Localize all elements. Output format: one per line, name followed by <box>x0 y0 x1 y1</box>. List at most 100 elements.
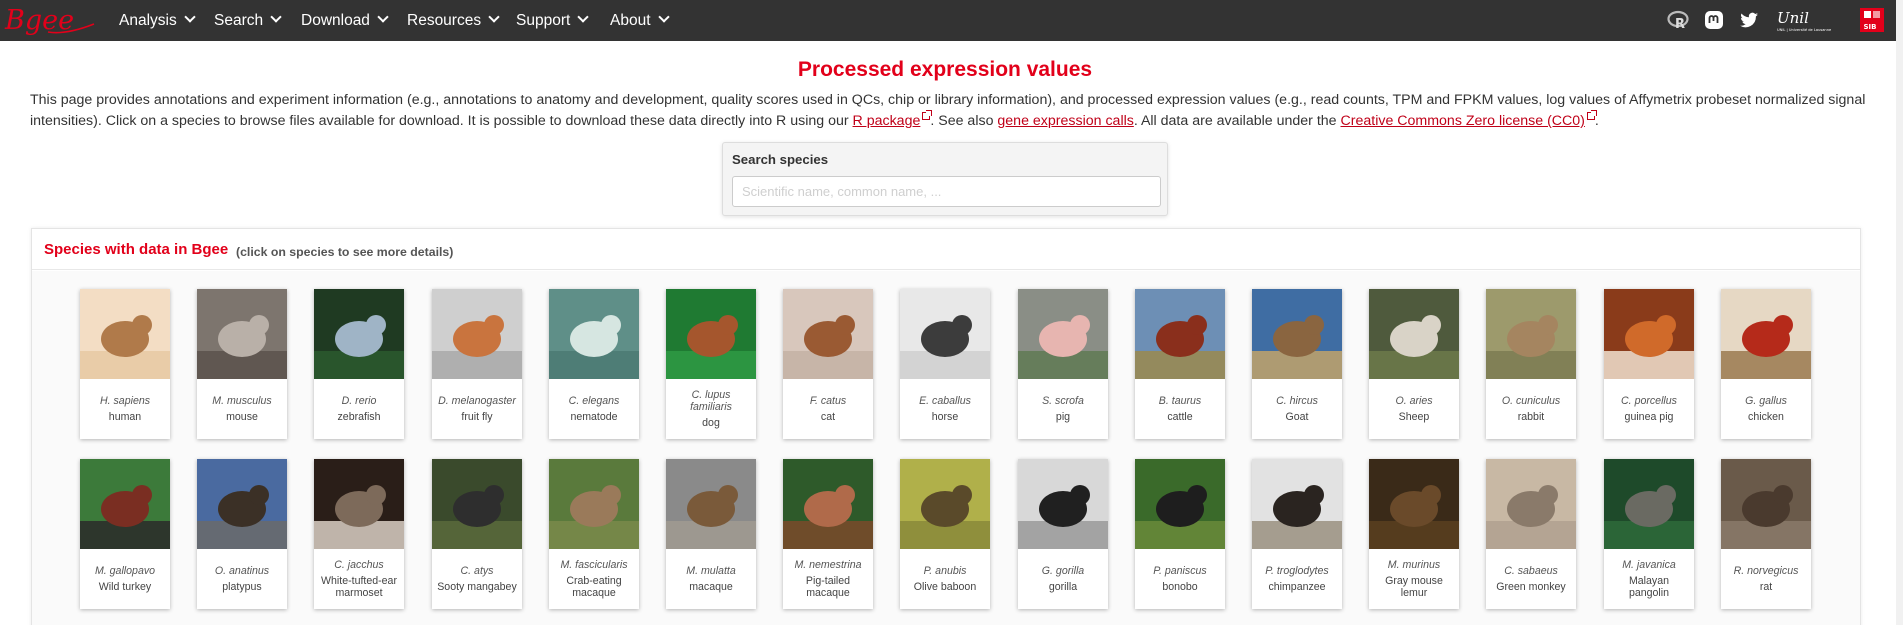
species-card[interactable]: H. sapiens human <box>80 289 170 439</box>
species-card[interactable]: F. catus cat <box>783 289 873 439</box>
species-card[interactable]: R. norvegicus rat <box>1721 459 1811 609</box>
species-card[interactable]: C. atys Sooty mangabey <box>432 459 522 609</box>
species-photo <box>549 459 639 549</box>
species-common-name: dog <box>702 417 720 429</box>
species-card[interactable]: E. caballus horse <box>900 289 990 439</box>
species-common-name: chimpanzee <box>1268 581 1326 593</box>
sib-logo[interactable]: SIB <box>1860 8 1884 32</box>
species-card[interactable]: M. musculus mouse <box>197 289 287 439</box>
species-photo <box>666 459 756 549</box>
species-grid: H. sapiens human M. musculus mouse D. rerio z… <box>32 271 1860 625</box>
species-scientific-name: D. melanogaster <box>438 395 516 407</box>
species-card[interactable]: C. lupus familiaris dog <box>666 289 756 439</box>
cc0-license-link[interactable]: Creative Commons Zero license (CC0) <box>1341 113 1585 129</box>
r-package-link[interactable]: R package <box>853 113 921 129</box>
species-card[interactable]: O. aries Sheep <box>1369 289 1459 439</box>
species-card[interactable]: M. gallopavo Wild turkey <box>80 459 170 609</box>
species-common-name: mouse <box>226 411 258 423</box>
species-caption: C. porcellus guinea pig <box>1604 379 1694 439</box>
species-common-name: White-tufted-ear marmoset <box>321 575 397 599</box>
species-common-name: Olive baboon <box>913 581 977 593</box>
species-card[interactable]: P. troglodytes chimpanzee <box>1252 459 1342 609</box>
chevron-down-icon <box>657 11 670 23</box>
species-card[interactable]: M. nemestrina Pig-tailed macaque <box>783 459 873 609</box>
bgee-logo[interactable]: Bgee <box>4 2 96 38</box>
species-card[interactable]: P. anubis Olive baboon <box>900 459 990 609</box>
species-common-name: Green monkey <box>1496 581 1566 593</box>
species-common-name: rabbit <box>1517 411 1545 423</box>
species-caption: O. anatinus platypus <box>197 549 287 609</box>
species-caption: D. melanogaster fruit fly <box>432 379 522 439</box>
chevron-down-icon <box>184 11 196 23</box>
species-card[interactable]: C. porcellus guinea pig <box>1604 289 1694 439</box>
species-card[interactable]: C. sabaeus Green monkey <box>1486 459 1576 609</box>
twitter-icon[interactable] <box>1738 9 1760 31</box>
nav-support[interactable]: Support <box>516 0 589 41</box>
species-common-name: nematode <box>570 411 618 423</box>
species-card[interactable]: S. scrofa pig <box>1018 289 1108 439</box>
unil-logo[interactable]: Unil UNIL | Université de Lausanne <box>1775 6 1833 34</box>
chevron-down-icon <box>270 11 282 23</box>
gene-expression-calls-link[interactable]: gene expression calls <box>997 113 1133 129</box>
species-scientific-name: P. troglodytes <box>1265 565 1329 577</box>
species-scientific-name: O. anatinus <box>214 565 270 577</box>
external-link-icon <box>1586 110 1597 120</box>
nav-about[interactable]: About <box>610 0 670 41</box>
species-caption: C. lupus familiaris dog <box>666 379 756 439</box>
species-caption: E. caballus horse <box>900 379 990 439</box>
species-caption: C. atys Sooty mangabey <box>432 549 522 609</box>
species-common-name: pig <box>1055 411 1071 423</box>
species-photo <box>1721 289 1811 379</box>
species-scientific-name: M. gallopavo <box>94 565 156 577</box>
species-card[interactable]: G. gorilla gorilla <box>1018 459 1108 609</box>
nav-search[interactable]: Search <box>214 0 282 41</box>
species-photo <box>80 289 170 379</box>
species-caption: M. fascicularis Crab-eating macaque <box>549 549 639 609</box>
species-photo <box>197 459 287 549</box>
species-scientific-name: C. atys <box>460 565 494 577</box>
species-photo <box>1018 459 1108 549</box>
species-scientific-name: P. paniscus <box>1153 565 1207 577</box>
species-common-name: bonobo <box>1162 581 1198 593</box>
species-card[interactable]: C. jacchus White-tufted-ear marmoset <box>314 459 404 609</box>
r-package-icon[interactable]: R <box>1667 9 1689 31</box>
species-card[interactable]: G. gallus chicken <box>1721 289 1811 439</box>
species-search-input[interactable] <box>732 176 1161 207</box>
species-common-name: Gray mouse lemur <box>1385 575 1443 599</box>
species-caption: O. cuniculus rabbit <box>1486 379 1576 439</box>
species-card[interactable]: M. murinus Gray mouse lemur <box>1369 459 1459 609</box>
species-card[interactable]: D. rerio zebrafish <box>314 289 404 439</box>
species-scientific-name: B. taurus <box>1158 395 1202 407</box>
species-card[interactable]: C. elegans nematode <box>549 289 639 439</box>
species-caption: R. norvegicus rat <box>1721 549 1811 609</box>
species-card[interactable]: B. taurus cattle <box>1135 289 1225 439</box>
species-caption: S. scrofa pig <box>1018 379 1108 439</box>
species-panel: Species with data in Bgee (click on spec… <box>31 228 1861 625</box>
species-card[interactable]: D. melanogaster fruit fly <box>432 289 522 439</box>
species-card[interactable]: C. hircus Goat <box>1252 289 1342 439</box>
intro-text: This page provides annotations and exper… <box>30 90 1875 132</box>
species-caption: M. murinus Gray mouse lemur <box>1369 549 1459 609</box>
species-card[interactable]: M. fascicularis Crab-eating macaque <box>549 459 639 609</box>
species-photo <box>666 289 756 379</box>
chevron-down-icon <box>377 11 389 23</box>
species-card[interactable]: O. anatinus platypus <box>197 459 287 609</box>
nav-download[interactable]: Download <box>301 0 389 41</box>
chevron-down-icon <box>488 11 500 23</box>
nav-download-label: Download <box>301 12 370 29</box>
species-caption: M. nemestrina Pig-tailed macaque <box>783 549 873 609</box>
species-card[interactable]: M. mulatta macaque <box>666 459 756 609</box>
sib-logo-text: SIB <box>1864 23 1877 31</box>
mastodon-icon[interactable] <box>1703 9 1725 31</box>
species-scientific-name: S. scrofa <box>1042 395 1084 407</box>
species-card[interactable]: O. cuniculus rabbit <box>1486 289 1576 439</box>
species-card[interactable]: M. javanica Malayan pangolin <box>1604 459 1694 609</box>
nav-resources[interactable]: Resources <box>407 0 500 41</box>
nav-analysis[interactable]: Analysis <box>119 0 196 41</box>
page-scrollbar[interactable] <box>1896 0 1903 625</box>
species-scientific-name: M. fascicularis <box>560 559 628 571</box>
species-photo <box>314 289 404 379</box>
species-card[interactable]: P. paniscus bonobo <box>1135 459 1225 609</box>
species-photo <box>783 459 873 549</box>
species-common-name: Goat <box>1285 411 1309 423</box>
